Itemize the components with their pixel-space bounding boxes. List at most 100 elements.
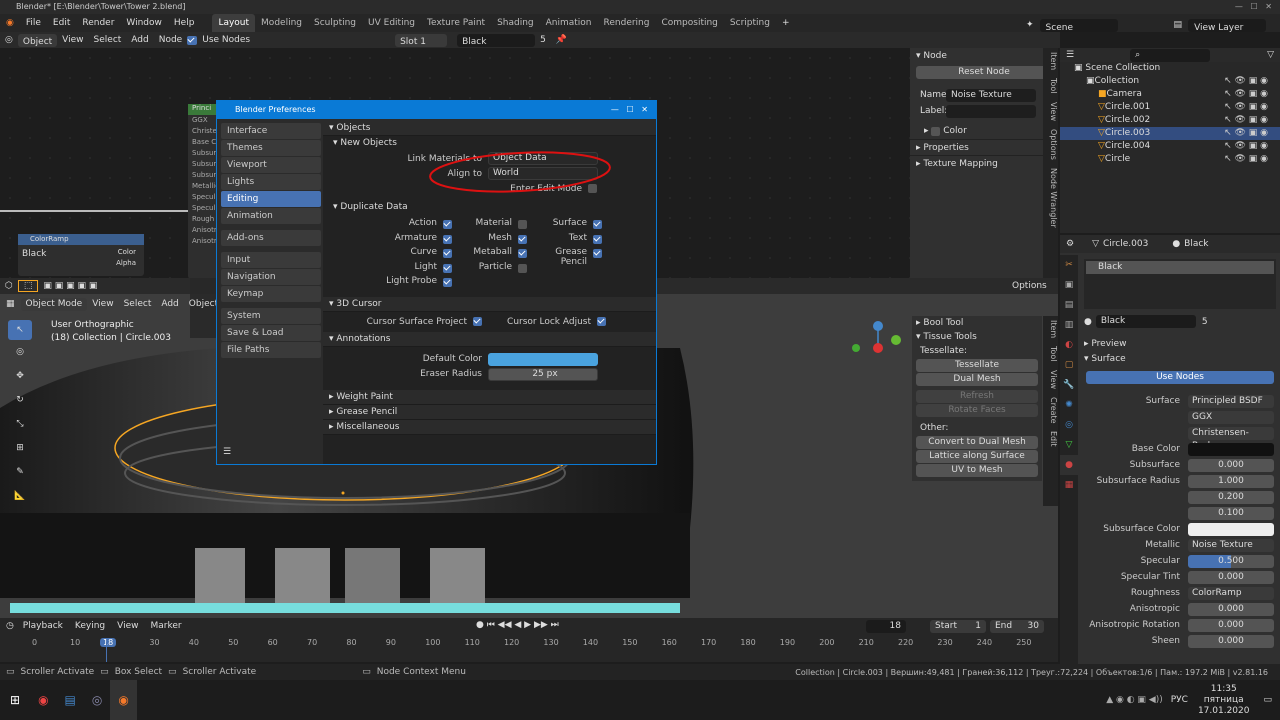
visibility-icons[interactable]: ↖ 👁 ▣ ◉ (1224, 114, 1280, 127)
tab-node-wrangler[interactable]: Node Wrangler (1043, 164, 1058, 232)
playback-menu[interactable]: Playback (17, 621, 69, 631)
texture-mapping-panel[interactable]: ▸ Texture Mapping (910, 155, 1058, 171)
tab-view[interactable]: View (1043, 98, 1058, 125)
cursor-tool-icon[interactable]: ◎ (8, 340, 32, 364)
select-box-icon[interactable]: ⬚ (17, 280, 39, 292)
principled-input-row[interactable]: Subsurf (188, 159, 219, 170)
tab-uv-editing[interactable]: UV Editing (362, 14, 421, 32)
vp-tab-tool[interactable]: Tool (1043, 342, 1058, 366)
explorer-icon[interactable]: ▤ (57, 693, 84, 707)
menu-select[interactable]: Select (89, 32, 127, 48)
pin-icon[interactable]: 📌 (551, 32, 572, 48)
material-props-icon[interactable]: ● (1060, 455, 1078, 475)
principled-input-row[interactable]: Specul (188, 203, 218, 214)
vp-tab-edit[interactable]: Edit (1043, 427, 1058, 451)
editor-type-icon[interactable]: ◎ (0, 32, 18, 48)
current-frame-marker[interactable]: 18 (100, 638, 117, 647)
property-value[interactable]: 0.100 (1188, 506, 1274, 520)
outliner-search[interactable]: ⌕ (1130, 48, 1211, 62)
vp-tab-create[interactable]: Create (1043, 393, 1058, 428)
current-frame-field[interactable]: 18 (866, 620, 906, 633)
dup-checkbox[interactable] (443, 234, 452, 244)
property-value[interactable]: Christensen-Burley (1188, 426, 1274, 451)
tab-shading[interactable]: Shading (491, 14, 540, 32)
view-layer-field[interactable]: View Layer (1188, 18, 1267, 33)
tissue-tools-panel[interactable]: Tissue Tools (923, 332, 976, 342)
editor-type-icon-2[interactable]: ▦ (0, 299, 21, 309)
scene-field[interactable]: Scene (1039, 18, 1118, 33)
principled-input-row[interactable]: Subsurf (188, 170, 219, 181)
app-icon[interactable]: ◎ (84, 693, 110, 707)
filter-icon[interactable]: ▽ (1267, 50, 1274, 60)
property-value[interactable]: 0.200 (1188, 490, 1274, 504)
menu-view[interactable]: View (57, 32, 88, 48)
tab-modeling[interactable]: Modeling (255, 14, 308, 32)
outliner-item[interactable]: ▽ Circle.003 ↖ 👁 ▣ ◉ (1060, 127, 1280, 140)
property-value[interactable] (1188, 442, 1274, 456)
vp-tab-item[interactable]: Item (1043, 316, 1058, 342)
language-indicator[interactable]: РУС (1171, 695, 1198, 705)
start-icon[interactable]: ⊞ (0, 693, 30, 707)
principled-input-row[interactable]: Anisotr (188, 225, 218, 236)
output-props-icon[interactable]: ▤ (1060, 295, 1078, 315)
tab-item[interactable]: Item (1043, 48, 1058, 74)
use-nodes-checkbox[interactable] (187, 35, 198, 45)
view-layer-icon[interactable]: ▤ (1168, 16, 1189, 34)
grease-pencil-section[interactable]: ▸ Grease Pencil (323, 404, 656, 420)
prefs-nav-item[interactable]: Input (221, 252, 321, 268)
dup-checkbox[interactable] (518, 249, 527, 258)
property-value[interactable]: 0.000 (1188, 618, 1274, 632)
visibility-icons[interactable]: ↖ 👁 ▣ ◉ (1224, 153, 1280, 166)
tab-animation[interactable]: Animation (540, 14, 598, 32)
viewport-type-icon[interactable]: ⬡ (0, 281, 18, 291)
material-name-field[interactable]: Black (1095, 315, 1196, 328)
cursor-lock-adjust-checkbox[interactable] (597, 317, 606, 326)
menu-node[interactable]: Node (154, 32, 188, 48)
principled-input-row[interactable]: Specul (188, 192, 218, 203)
blender-taskbar-icon[interactable]: ◉ (110, 680, 137, 720)
add-workspace-icon[interactable]: + (776, 14, 796, 32)
principled-input-row[interactable]: GGX (188, 115, 218, 126)
chrome-icon[interactable]: ◉ (30, 693, 56, 707)
modifier-props-icon[interactable]: 🔧 (1060, 375, 1078, 395)
physics-props-icon[interactable]: ◎ (1060, 415, 1078, 435)
vp-menu-view[interactable]: View (87, 299, 118, 309)
object-type-dropdown[interactable]: Object (17, 33, 58, 47)
render-props-icon[interactable]: ▣ (1060, 275, 1078, 295)
props-type-icon[interactable]: ⚙ (1066, 239, 1074, 249)
visibility-icons[interactable]: ↖ 👁 ▣ ◉ (1224, 88, 1280, 101)
prefs-nav-item[interactable]: Lights (221, 174, 321, 190)
default-color-swatch[interactable] (488, 352, 598, 366)
annotations-section[interactable]: ▾ Annotations (323, 331, 656, 347)
dup-checkbox[interactable] (443, 263, 452, 273)
marker-menu[interactable]: Marker (144, 621, 187, 631)
visibility-icons[interactable]: ↖ 👁 ▣ ◉ (1224, 101, 1280, 114)
options-dropdown[interactable]: Options (1012, 281, 1047, 291)
colorramp-node[interactable]: ColorRamp Black Color Alpha (18, 234, 144, 276)
outliner-item[interactable]: ■ Camera ↖ 👁 ▣ ◉ (1060, 88, 1280, 101)
surface-panel[interactable]: Surface (1091, 354, 1125, 364)
preview-panel[interactable]: Preview (1091, 339, 1126, 349)
node-name-field[interactable]: Noise Texture (946, 88, 1036, 102)
property-value[interactable]: Principled BSDF (1188, 394, 1274, 408)
property-value[interactable]: Noise Texture (1188, 538, 1274, 552)
lattice-button[interactable]: Lattice along Surface (916, 450, 1038, 463)
principled-input-row[interactable]: Subsurf (188, 148, 219, 159)
dual-mesh-button[interactable]: Dual Mesh (916, 373, 1038, 386)
prefs-nav-item[interactable]: Editing (221, 191, 321, 207)
tab-tool[interactable]: Tool (1043, 74, 1058, 98)
annotate-tool-icon[interactable]: ✎ (8, 460, 32, 484)
dup-checkbox[interactable] (443, 278, 452, 287)
dup-checkbox[interactable] (443, 249, 452, 258)
misc-section[interactable]: ▸ Miscellaneous (323, 419, 656, 435)
tab-rendering[interactable]: Rendering (598, 14, 656, 32)
prefs-nav-item[interactable]: Animation (221, 208, 321, 224)
property-value[interactable]: 0.000 (1188, 602, 1274, 616)
principled-input-row[interactable]: Metallic (188, 181, 219, 192)
tool-props-icon[interactable]: ✂ (1060, 255, 1078, 275)
uv-to-mesh-button[interactable]: UV to Mesh (916, 464, 1038, 477)
visibility-icons[interactable]: ↖ 👁 ▣ ◉ (1224, 75, 1280, 88)
rotate-tool-icon[interactable]: ↻ (8, 388, 32, 412)
refresh-button[interactable]: Refresh (916, 390, 1038, 403)
property-value[interactable]: 1.000 (1188, 474, 1274, 488)
